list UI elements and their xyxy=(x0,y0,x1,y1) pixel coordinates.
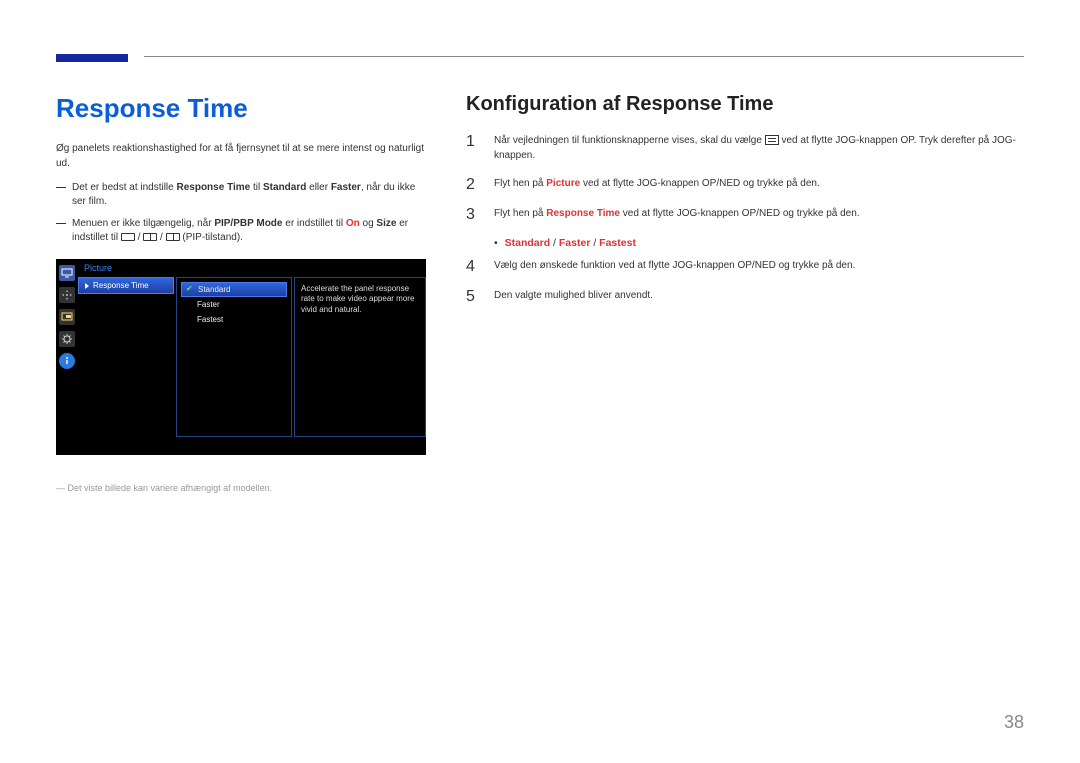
monitor-icon xyxy=(59,265,75,281)
subsection-title: Konfiguration af Response Time xyxy=(466,93,1024,116)
osd-menu-item-selected: Response Time xyxy=(78,277,174,294)
note-1: ― Det er bedst at indstille Response Tim… xyxy=(56,181,426,209)
section-title: Response Time xyxy=(56,93,426,124)
osd-menu-col: Response Time xyxy=(78,277,174,437)
osd-options-col: Standard Faster Fastest xyxy=(176,277,292,437)
pip-icon xyxy=(59,309,75,325)
image-footnote: ― Det viste billede kan variere afhængig… xyxy=(56,483,426,493)
triangle-right-icon xyxy=(85,283,89,289)
osd-option-faster: Faster xyxy=(181,297,287,312)
intro-text: Øg panelets reaktionshastighed for at få… xyxy=(56,142,426,171)
page-number: 38 xyxy=(1004,712,1024,733)
step-1: 1 Når vejledningen til funktionsknappern… xyxy=(466,134,1024,163)
note-2: ― Menuen er ikke tilgængelig, når PIP/PB… xyxy=(56,217,426,245)
osd-description: Accelerate the panel response rate to ma… xyxy=(294,277,426,437)
osd-option-standard: Standard xyxy=(181,282,287,297)
header-accent-bar xyxy=(56,54,128,62)
info-icon xyxy=(59,353,75,369)
gear-icon xyxy=(59,331,75,347)
step-3: 3 Flyt hen på Response Time ved at flytt… xyxy=(466,207,1024,223)
osd-section-title: Picture xyxy=(78,259,426,277)
header-divider xyxy=(144,56,1024,57)
step-4: 4 Vælg den ønskede funktion ved at flytt… xyxy=(466,259,1024,275)
layout-icon-full xyxy=(121,233,135,241)
osd-sidebar xyxy=(56,259,78,455)
step-5: 5 Den valgte mulighed bliver anvendt. xyxy=(466,289,1024,305)
options-bullet: • Standard / Faster / Fastest xyxy=(494,237,1024,249)
osd-option-fastest: Fastest xyxy=(181,312,287,327)
layout-icon-split xyxy=(143,233,157,241)
osd-screenshot: Picture Response Time Standard Faster Fa… xyxy=(56,259,426,455)
menu-icon xyxy=(765,135,779,145)
layout-icon-split2 xyxy=(166,233,180,241)
move-icon xyxy=(59,287,75,303)
step-2: 2 Flyt hen på Picture ved at flytte JOG-… xyxy=(466,177,1024,193)
